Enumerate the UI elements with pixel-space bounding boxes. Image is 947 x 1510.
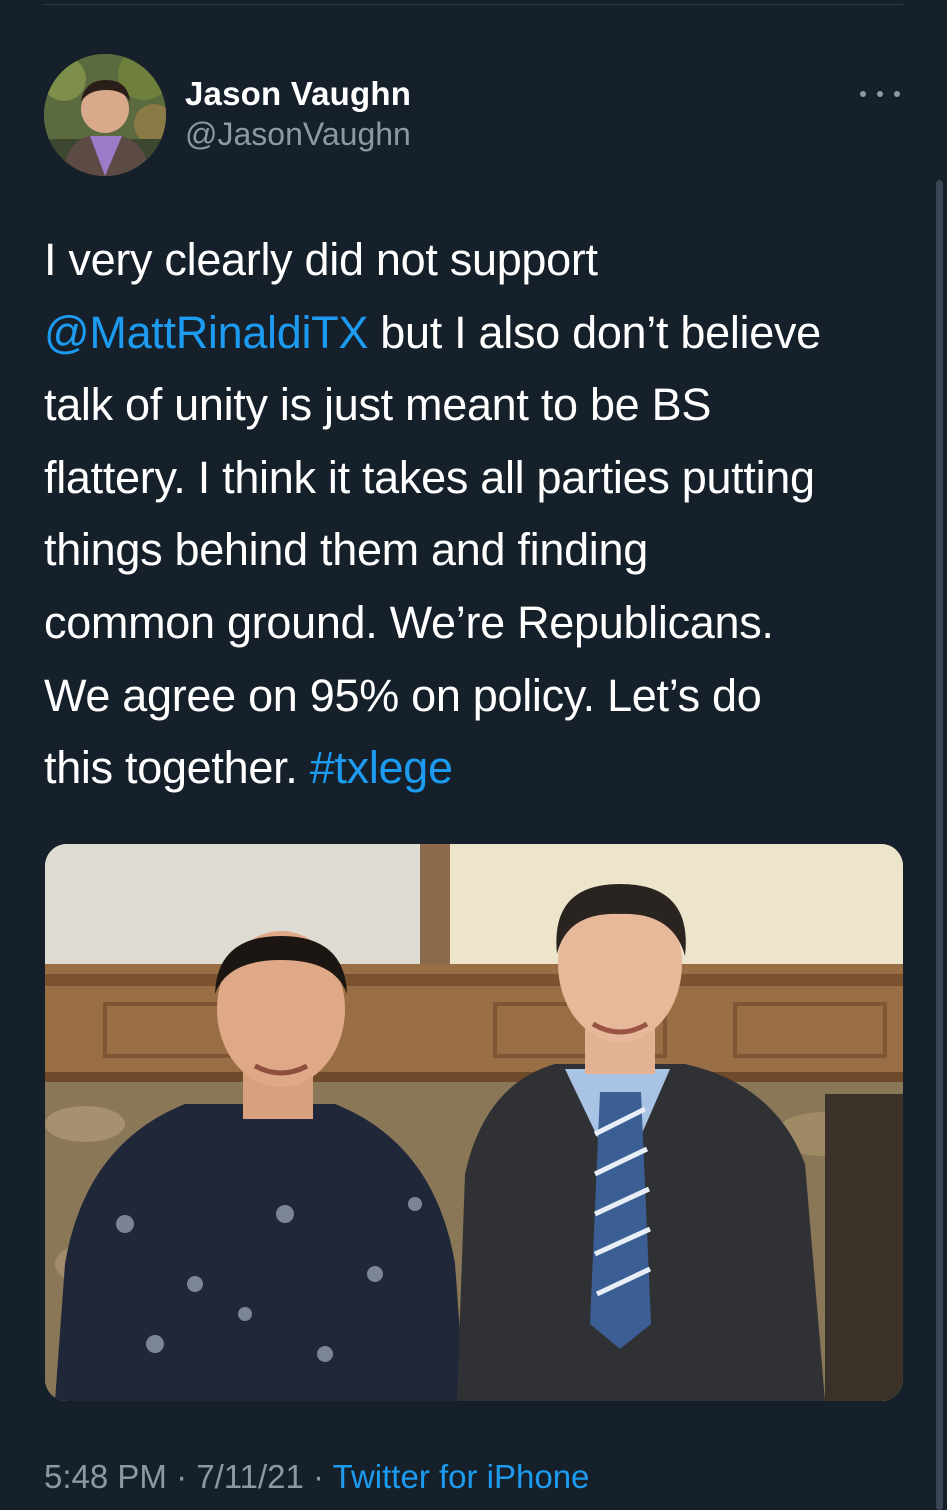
mention-link[interactable]: @MattRinaldiTX	[44, 307, 368, 358]
tweet-detail-view: Jason Vaughn @JasonVaughn I very clearly…	[0, 0, 947, 1510]
scrollbar[interactable]	[936, 180, 943, 1510]
tweet-text-line: @MattRinaldiTX but I also don’t believe	[44, 297, 904, 370]
tweet-text-segment: but I also don’t believe	[368, 306, 821, 358]
tweet-text-segment: things behind them and finding	[44, 524, 648, 576]
tweet-date[interactable]: 7/11/21	[196, 1458, 304, 1495]
author-names: Jason Vaughn @JasonVaughn	[185, 74, 411, 154]
photo-image	[45, 844, 903, 1401]
author-display-name[interactable]: Jason Vaughn	[185, 74, 411, 114]
tweet-text-line: this together. #txlege	[44, 732, 904, 805]
more-horizontal-icon-dot	[877, 91, 883, 97]
metadata-separator: ·	[303, 1458, 333, 1495]
tweet-text-segment: flattery. I think it takes all parties p…	[44, 451, 815, 503]
more-options-button[interactable]	[860, 84, 900, 104]
tweet-text-segment: talk of unity is just meant to be BS	[44, 379, 712, 431]
avatar[interactable]	[44, 54, 166, 176]
more-horizontal-icon	[860, 91, 866, 97]
more-horizontal-icon-dot	[894, 91, 900, 97]
tweet-time[interactable]: 5:48 PM	[44, 1458, 167, 1495]
author-handle[interactable]: @JasonVaughn	[185, 114, 411, 154]
tweet-text-segment: common ground. We’re Republicans.	[44, 596, 774, 648]
tweet-text-line: flattery. I think it takes all parties p…	[44, 442, 904, 515]
tweet-header: Jason Vaughn @JasonVaughn	[44, 54, 904, 178]
tweet-text-segment: I very clearly did not support	[44, 234, 598, 285]
tweet-text-line: common ground. We’re Republicans.	[44, 587, 904, 660]
top-divider	[44, 4, 903, 5]
tweet-text-segment: We agree on 95% on policy. Let’s do	[44, 669, 762, 721]
avatar-image	[44, 54, 166, 176]
tweet-metadata: 5:48 PM · 7/11/21 · Twitter for iPhone	[44, 1455, 589, 1499]
tweet-source-link[interactable]: Twitter for iPhone	[333, 1458, 590, 1495]
tweet-text-line: I very clearly did not support	[44, 224, 904, 297]
tweet-text-line: talk of unity is just meant to be BS	[44, 369, 904, 442]
hashtag-link[interactable]: #txlege	[310, 742, 453, 793]
tweet-text-segment: this together.	[44, 742, 310, 794]
metadata-separator: ·	[166, 1458, 197, 1495]
tweet-text: I very clearly did not support @MattRinal…	[44, 224, 904, 805]
tweet-photo[interactable]	[45, 844, 903, 1401]
tweet-text-line: things behind them and finding	[44, 514, 904, 587]
tweet-text-line: We agree on 95% on policy. Let’s do	[44, 660, 904, 733]
